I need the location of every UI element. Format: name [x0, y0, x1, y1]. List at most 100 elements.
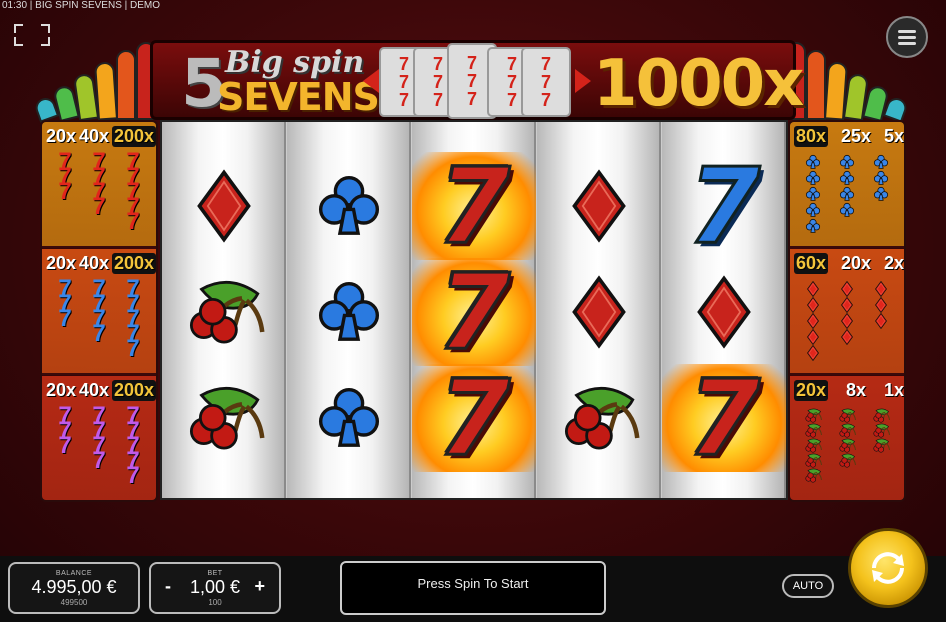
reel-symbol-seven-red-flame: 7 — [412, 258, 536, 366]
paytable-symbols: 80x 25x 5x 60x 20x 2x 20x 8x 1x — [788, 120, 906, 502]
paytable-symbol-stack — [807, 280, 819, 369]
arrow-right-icon — [575, 69, 591, 93]
club-icon — [805, 218, 821, 234]
paytable-payout: 80x — [794, 126, 829, 147]
cherry-icon — [803, 438, 823, 453]
club-icon — [805, 170, 821, 186]
cherry-icon — [871, 423, 891, 438]
bet-value: 1,00 € — [189, 576, 241, 597]
arrow-left-icon — [363, 69, 379, 93]
club-icon — [873, 186, 889, 202]
paytable-payout: 2x — [883, 253, 904, 273]
paytable-payout: 200x — [111, 380, 156, 401]
diamond-icon — [807, 296, 819, 314]
cherry-icon — [837, 423, 857, 438]
diamond-icon — [807, 344, 819, 362]
purple-seven-icon: 7 — [126, 462, 140, 489]
paytable-symbol-stack — [803, 408, 823, 496]
seven-symbol: 7 — [436, 145, 511, 267]
autoplay-button[interactable]: AUTO — [782, 574, 834, 598]
paytable-payout: 200x — [111, 253, 156, 274]
cherry-icon — [837, 408, 857, 423]
paytable-payout: 60x — [794, 253, 829, 274]
paytable-payout: 40x — [78, 126, 110, 146]
balance-value: 4.995,00 € — [31, 576, 117, 597]
paytable-row-diamond: 60x 20x 2x — [790, 249, 904, 375]
paytable-symbol-stack: 7777 — [92, 277, 106, 369]
red-seven-icon: 7 — [58, 178, 72, 205]
paytable-symbol-stack — [839, 154, 855, 242]
status-message: Press Spin To Start — [340, 561, 606, 615]
cherry-icon — [837, 453, 857, 468]
cherry-icon — [803, 453, 823, 468]
cherry-icon — [803, 468, 823, 483]
reel-symbol-diamond — [662, 258, 786, 366]
paytable-symbol-stack: 777 — [58, 277, 72, 369]
reel-4 — [537, 122, 661, 498]
club-icon — [839, 186, 855, 202]
club-icon — [805, 154, 821, 170]
purple-seven-icon: 7 — [58, 432, 72, 459]
paytable-payout: 5x — [883, 126, 904, 146]
red-seven-icon: 7 — [92, 193, 106, 220]
seven-symbol: 7 — [436, 251, 511, 373]
paytable-payout: 40x — [78, 380, 110, 400]
club-icon — [805, 202, 821, 218]
cherry-icon — [803, 408, 823, 423]
blue-seven-icon: 7 — [58, 305, 72, 332]
paytable-symbol-stack: 77777 — [126, 150, 139, 242]
paytable-payouts: 20x 40x 200x — [46, 380, 156, 401]
logo-sevens: SEVENS — [217, 75, 380, 119]
cherry-icon — [837, 438, 857, 453]
paytable-row-purple-seven: 20x 40x 200x 7 7 7 7 7 7 7 7 7 7 7 7 — [42, 376, 156, 500]
reel-symbol-club — [287, 152, 411, 260]
blue-seven-icon: 7 — [92, 320, 106, 347]
paytable-payout: 200x — [111, 126, 156, 147]
reel-symbol-club — [287, 364, 411, 472]
reel-symbol-club — [287, 258, 411, 366]
diamond-icon — [875, 312, 887, 330]
diamond-icon — [807, 280, 819, 298]
bet-decrease-button[interactable]: - — [165, 576, 171, 597]
paytable-symbol-stack — [805, 154, 821, 242]
paytable-symbol-stack — [841, 280, 853, 369]
club-icon — [873, 170, 889, 186]
seven-symbol: 7 — [436, 357, 511, 479]
paytable-payout: 25x — [840, 126, 872, 146]
reel-symbol-cherry — [537, 364, 661, 472]
paytable-row-cherry: 20x 8x 1x — [790, 376, 904, 500]
paytable-row-red-seven: 20x 40x 200x 7 7 7 7 7 7 7 7 7 7 7 7 — [42, 122, 156, 248]
reel-symbol-diamond — [162, 152, 286, 260]
max-multiplier: 1000x — [593, 47, 804, 121]
club-icon — [839, 202, 855, 218]
balance-credits: 499500 — [60, 597, 88, 607]
spin-button[interactable] — [848, 528, 928, 608]
bet-increase-button[interactable]: + — [254, 576, 265, 597]
diamond-icon — [875, 280, 887, 298]
diamond-icon — [807, 328, 819, 346]
paytable-payouts: 20x 8x 1x — [794, 380, 904, 401]
paytable-payouts: 60x 20x 2x — [794, 253, 904, 274]
paytable-payout: 20x — [794, 380, 829, 401]
paytable-symbol-stack — [837, 408, 857, 496]
paytable-symbol-stack — [875, 280, 887, 369]
paytable-row-club: 80x 25x 5x — [790, 122, 904, 248]
reel-symbol-seven-red-flame: 7 — [662, 364, 786, 472]
reel-symbol-diamond — [537, 258, 661, 366]
paytable-symbol-stack — [873, 154, 889, 242]
paytable-payout: 40x — [78, 253, 110, 273]
paytable-payout: 20x — [840, 253, 872, 273]
balance-label: BALANCE — [55, 569, 93, 577]
paytable-symbol-stack: 777 — [58, 150, 72, 242]
left-rainbow-decoration — [32, 40, 162, 123]
reel-3: 777 — [412, 122, 536, 498]
paytable-payouts: 20x 40x 200x — [46, 126, 156, 147]
bet-label: BET — [207, 569, 223, 577]
bet-credits: 100 — [208, 597, 222, 607]
club-icon — [839, 170, 855, 186]
paytable-payout: 20x — [46, 253, 77, 273]
purple-seven-icon: 7 — [92, 447, 106, 474]
diamond-icon — [841, 280, 853, 298]
reel-symbol-seven-red-flame: 7 — [412, 152, 536, 260]
balance-panel: BALANCE 4.995,00 € 499500 — [8, 562, 140, 614]
